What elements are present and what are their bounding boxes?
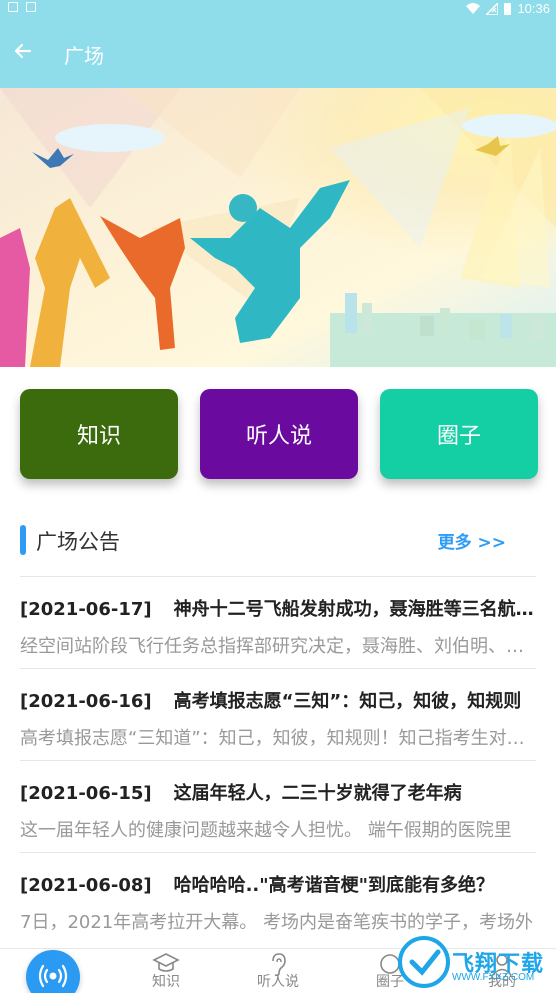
news-item[interactable]: [2021-06-16] 高考填报志愿“三知”：知己，知彼，知规则 高考填报志愿“… — [20, 668, 536, 760]
image-notification-icon — [8, 2, 18, 12]
nav-label: 知识 — [152, 974, 180, 990]
news-date: [2021-06-15] — [20, 783, 152, 804]
news-title: 神舟十二号飞船发射成功，聂海胜等三名航天员进入太空 — [173, 599, 536, 620]
news-title-line: [2021-06-16] 高考填报志愿“三知”：知己，知彼，知规则 — [20, 687, 536, 713]
nav-item-knowledge[interactable]: 知识 — [126, 949, 206, 993]
status-time: 10:36 — [517, 1, 550, 16]
back-arrow-icon[interactable] — [8, 35, 40, 67]
banner-image[interactable] — [0, 88, 556, 367]
news-summary: 7日，2021年高考拉开大幕。 考场内是奋笔疾书的学子，考场外 — [20, 912, 533, 933]
news-summary: 高考填报志愿“三知道”：知己，知彼，知规则！知己指考生对自己的了解 — [20, 728, 536, 749]
app-bar: 广场 — [0, 18, 556, 88]
section-accent-bar — [20, 525, 26, 555]
category-button-knowledge[interactable]: 知识 — [20, 389, 178, 479]
watermark-url: WWW.FXXZ.COM — [452, 972, 535, 983]
news-title-line: [2021-06-08] 哈哈哈哈.."高考谐音梗"到底能有多绝？ — [20, 871, 536, 897]
news-date: [2021-06-17] — [20, 599, 152, 620]
nav-item-listen[interactable]: 听人说 — [238, 949, 318, 993]
section-title: 广场公告 — [36, 530, 120, 554]
download-notification-icon — [26, 2, 36, 12]
broadcast-icon — [38, 964, 68, 988]
news-summary: 这一届年轻人的健康问题越来越令人担忧。 端午假期的医院里 — [20, 820, 512, 841]
banner-illustration — [0, 88, 556, 367]
no-signal-icon — [486, 2, 499, 15]
news-title: 哈哈哈哈.."高考谐音梗"到底能有多绝？ — [173, 875, 495, 896]
news-date: [2021-06-08] — [20, 875, 152, 896]
nav-label: 听人说 — [257, 974, 299, 990]
more-link[interactable]: 更多 >> — [438, 528, 506, 553]
news-title: 高考填报志愿“三知”：知己，知彼，知规则 — [173, 691, 522, 712]
category-button-listen[interactable]: 听人说 — [200, 389, 358, 479]
square-screen: 10:36 广场 知识 听人说 圈子 广场公告 更多 >> [2021-06-1… — [0, 0, 556, 993]
page-title: 广场 — [64, 44, 104, 68]
status-bar: 10:36 — [0, 0, 556, 18]
news-item[interactable]: [2021-06-08] 哈哈哈哈.."高考谐音梗"到底能有多绝？ 7日，2021… — [20, 852, 536, 944]
news-summary: 经空间站阶段飞行任务总指挥部研究决定，聂海胜、刘伯明、汤洪波三名航天员 — [20, 636, 536, 657]
news-title-line: [2021-06-15] 这届年轻人，二三十岁就得了老年病 — [20, 779, 536, 805]
news-item[interactable]: [2021-06-17] 神舟十二号飞船发射成功，聂海胜等三名航天员进入太空 经空… — [20, 576, 536, 668]
news-item[interactable]: [2021-06-15] 这届年轻人，二三十岁就得了老年病 这一届年轻人的健康问题… — [20, 760, 536, 852]
news-date: [2021-06-16] — [20, 691, 152, 712]
category-button-circle[interactable]: 圈子 — [380, 389, 538, 479]
news-title-line: [2021-06-17] 神舟十二号飞船发射成功，聂海胜等三名航天员进入太空 — [20, 595, 536, 621]
battery-icon — [504, 2, 512, 15]
wifi-icon — [466, 3, 481, 14]
news-title: 这届年轻人，二三十岁就得了老年病 — [173, 783, 462, 804]
